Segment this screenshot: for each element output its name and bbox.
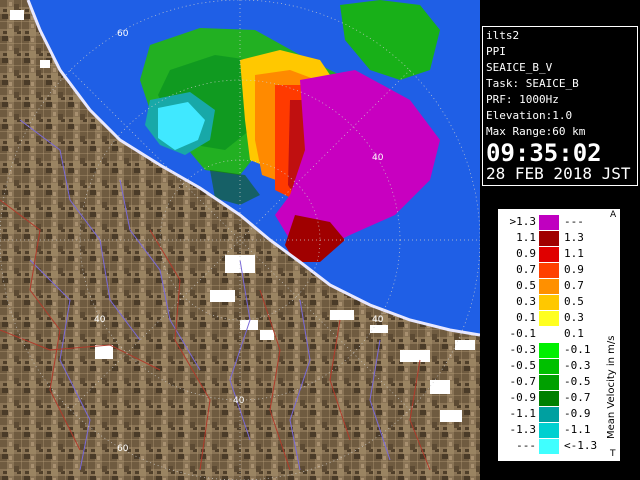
legend-unit: Mean Velocity in m/s <box>606 249 620 449</box>
legend-swatch <box>539 295 559 310</box>
legend-upper-bound: 0.7 <box>564 279 584 292</box>
legend-lower-bound: -1.3 <box>509 423 537 436</box>
scan-type: PPI <box>486 45 506 58</box>
legend-upper-bound: -0.9 <box>564 407 591 420</box>
radar-ppi-display: 60 40 40 40 40 60 <box>0 0 480 480</box>
prf-value: PRF: 1000Hz <box>486 93 559 106</box>
legend-swatch <box>539 279 559 294</box>
legend-swatch <box>539 359 559 374</box>
elevation: Elevation:1.0 <box>486 109 573 122</box>
legend-lower-bound: 0.1 <box>516 311 536 324</box>
product-name: SEAICE_B_V <box>486 61 553 74</box>
legend-upper-bound: 1.1 <box>564 247 584 260</box>
legend-upper-bound: 0.5 <box>564 295 584 308</box>
legend-swatch <box>539 375 559 390</box>
legend-swatch <box>539 391 559 406</box>
legend-lower-bound: 1.1 <box>516 231 536 244</box>
legend-swatch <box>539 343 559 358</box>
legend-upper-bound: -0.7 <box>564 391 591 404</box>
legend-upper-bound: 0.9 <box>564 263 584 276</box>
legend-lower-bound: 0.9 <box>516 247 536 260</box>
site-name: ilts2 <box>486 29 520 42</box>
ring-label: 40 <box>372 153 384 163</box>
legend-corner-top: A <box>610 210 617 220</box>
legend-upper-bound: -0.1 <box>564 343 591 356</box>
legend-swatch <box>539 407 559 422</box>
scan-time: 09:35:02 <box>486 139 602 167</box>
legend-unit-label: Mean Velocity in m/s <box>606 335 617 439</box>
legend-upper-bound: 0.3 <box>564 311 584 324</box>
task-name: Task: SEAICE_B <box>486 77 579 90</box>
legend-swatch <box>539 439 559 454</box>
legend-lower-bound: -1.1 <box>509 407 537 420</box>
legend-lower-bound: -0.7 <box>509 375 537 388</box>
legend-swatch <box>539 231 559 246</box>
ring-label: 40 <box>372 315 384 325</box>
legend-swatch <box>539 215 559 230</box>
legend-upper-bound: --- <box>564 215 584 228</box>
legend-lower-bound: -0.9 <box>509 391 537 404</box>
legend-upper-bound: <-1.3 <box>564 439 598 452</box>
legend-lower-bound: >1.3 <box>509 215 537 228</box>
velocity-legend: A >1.3 --- 1.1 1.3 0.9 1.1 0.7 0.9 0.5 0.7 0.3 0.5 0… <box>497 208 621 462</box>
legend-corner-bottom: T <box>610 449 616 459</box>
legend-lower-bound: --- <box>516 439 536 452</box>
legend-upper-bound: 0.1 <box>564 327 584 340</box>
legend-lower-bound: -0.1 <box>509 327 537 340</box>
legend-lower-bound: 0.7 <box>516 263 536 276</box>
legend-lower-bound: -0.5 <box>509 359 537 372</box>
legend-upper-bound: -0.5 <box>564 375 591 388</box>
legend-swatch <box>539 247 559 262</box>
ring-label: 40 <box>94 315 106 325</box>
legend-upper-bound: -1.1 <box>564 423 591 436</box>
ring-label: 60 <box>117 444 129 454</box>
max-range: Max Range:60 km <box>486 125 586 138</box>
legend-lower-bound: -0.3 <box>509 343 537 356</box>
legend-upper-bound: -0.3 <box>564 359 591 372</box>
ring-label: 40 <box>233 396 245 406</box>
legend-swatch <box>539 263 559 278</box>
legend-swatch <box>539 311 559 326</box>
radar-map: 60 40 40 40 40 60 <box>0 0 480 480</box>
ring-label: 60 <box>117 29 129 39</box>
legend-swatch <box>539 327 559 342</box>
legend-swatch <box>539 423 559 438</box>
product-info-panel: ilts2 PPI SEAICE_B_V Task: SEAICE_B PRF:… <box>482 26 638 186</box>
legend-upper-bound: 1.3 <box>564 231 584 244</box>
legend-lower-bound: 0.3 <box>516 295 536 308</box>
scan-date: 28 FEB 2018 JST <box>486 164 631 183</box>
legend-lower-bound: 0.5 <box>516 279 536 292</box>
